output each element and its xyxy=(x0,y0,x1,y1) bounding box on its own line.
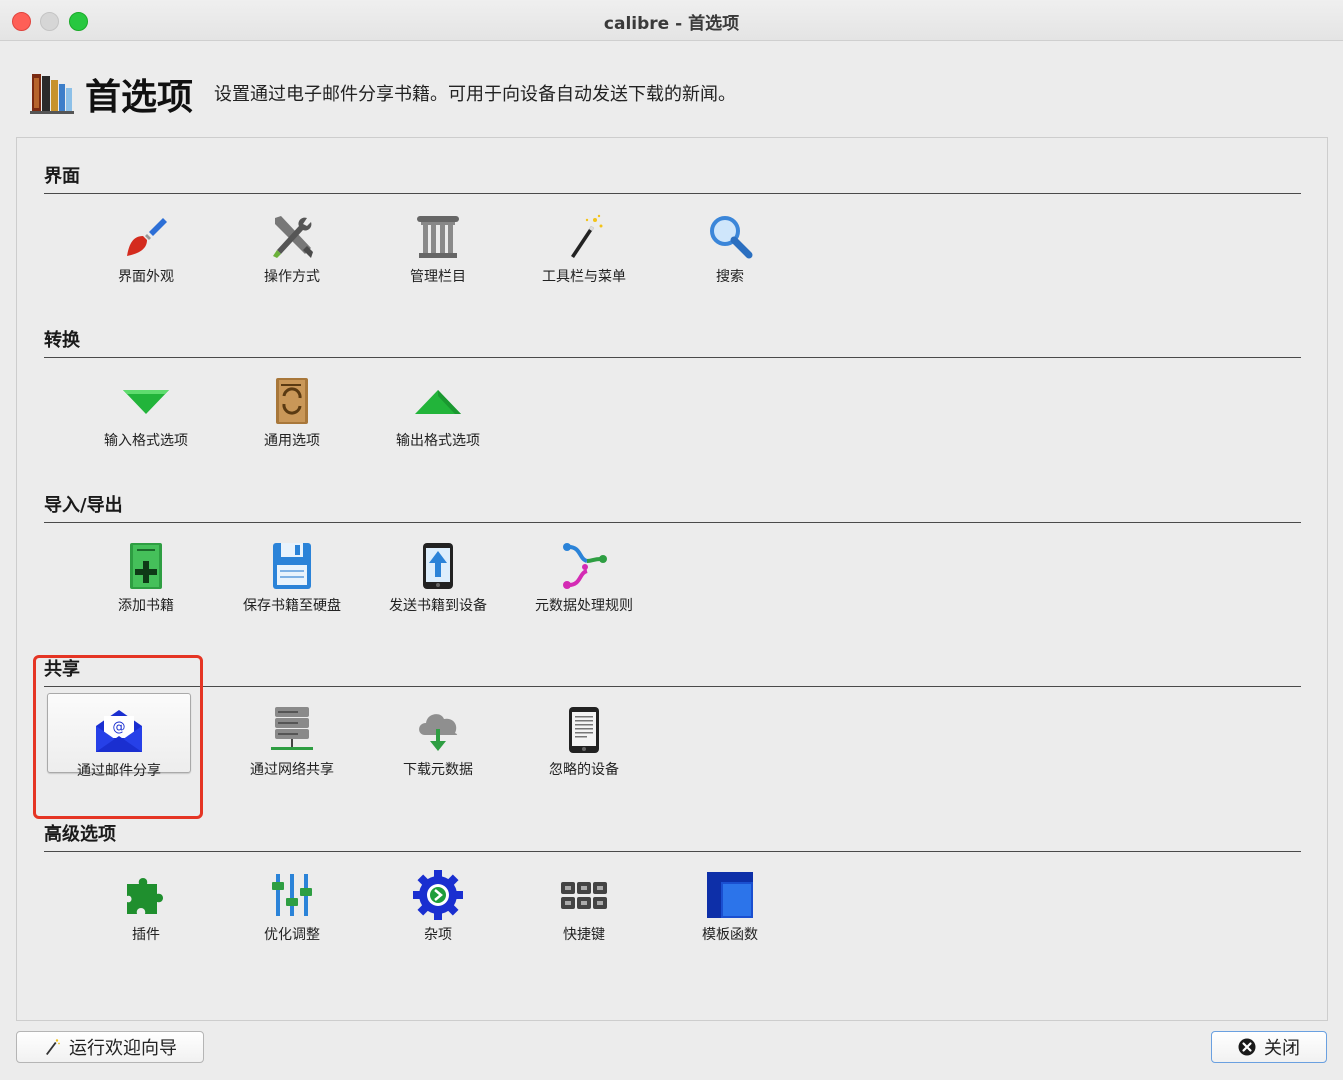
pref-columns[interactable]: 管理栏目 xyxy=(366,200,510,285)
tablet-icon xyxy=(569,707,599,753)
run-wizard-button[interactable]: 运行欢迎向导 xyxy=(16,1031,204,1063)
page-description: 设置通过电子邮件分享书籍。可用于向设备自动发送下载的新闻。 xyxy=(214,84,736,105)
pref-behavior[interactable]: 操作方式 xyxy=(220,200,364,285)
item-label: 保存书籍至硬盘 xyxy=(243,598,341,614)
item-label: 插件 xyxy=(132,927,160,943)
pref-tweaks[interactable]: 优化调整 xyxy=(220,858,364,943)
tools-icon xyxy=(273,216,313,258)
magic-wand-icon xyxy=(571,214,603,258)
item-label: 搜索 xyxy=(716,269,744,285)
pref-miscellaneous[interactable]: 杂项 xyxy=(366,858,510,943)
highlight-annotation xyxy=(33,655,203,819)
sliders-icon xyxy=(272,874,312,916)
add-book-icon xyxy=(130,543,162,589)
item-label: 界面外观 xyxy=(118,269,174,285)
item-label: 操作方式 xyxy=(264,269,320,285)
puzzle-icon xyxy=(127,878,163,914)
pref-toolbar-menus[interactable]: 工具栏与菜单 xyxy=(512,200,656,285)
pref-adding-books[interactable]: 添加书籍 xyxy=(74,529,218,614)
item-label: 忽略的设备 xyxy=(549,762,619,778)
item-label: 发送书籍到设备 xyxy=(389,598,487,614)
convert-book-icon xyxy=(276,378,308,424)
pref-sending-to-device[interactable]: 发送书籍到设备 xyxy=(366,529,510,614)
item-label: 添加书籍 xyxy=(118,598,174,614)
arrow-up-icon xyxy=(415,390,461,414)
item-label: 快捷键 xyxy=(563,927,605,943)
item-label: 模板函数 xyxy=(702,927,758,943)
item-label: 管理栏目 xyxy=(410,269,466,285)
pref-common-options[interactable]: 通用选项 xyxy=(220,364,364,449)
keyboard-icon xyxy=(561,882,607,909)
pref-input-options[interactable]: 输入格式选项 xyxy=(74,364,218,449)
section-interface: 界面 界面外观 操作方式 管理栏目 工具栏与菜单 搜索 xyxy=(44,163,1301,304)
close-button[interactable]: 关闭 xyxy=(1211,1031,1327,1063)
item-label: 通过网络共享 xyxy=(250,762,334,778)
pref-saving-books[interactable]: 保存书籍至硬盘 xyxy=(220,529,364,614)
save-disk-icon xyxy=(273,543,311,589)
item-label: 工具栏与菜单 xyxy=(542,269,626,285)
pref-searching[interactable]: 搜索 xyxy=(658,200,802,285)
item-label: 杂项 xyxy=(424,927,452,943)
rules-icon xyxy=(563,543,607,589)
pref-template-functions[interactable]: 模板函数 xyxy=(658,858,802,943)
send-device-icon xyxy=(423,543,453,589)
item-label: 元数据处理规则 xyxy=(535,598,633,614)
template-icon xyxy=(707,872,753,918)
section-title: 界面 xyxy=(44,163,1301,194)
window-title: calibre - 首选项 xyxy=(603,14,740,34)
pref-sharing-over-net[interactable]: 通过网络共享 xyxy=(220,693,364,778)
search-icon xyxy=(710,216,753,259)
magic-wand-icon xyxy=(46,1039,60,1055)
pref-plugins[interactable]: 插件 xyxy=(74,858,218,943)
close-icon xyxy=(1238,1038,1256,1056)
server-icon xyxy=(271,707,313,750)
pref-shortcuts[interactable]: 快捷键 xyxy=(512,858,656,943)
section-conversion: 转换 输入格式选项 通用选项 输出格式选项 xyxy=(44,327,1301,468)
arrow-down-icon xyxy=(123,390,169,414)
pref-ignored-devices[interactable]: 忽略的设备 xyxy=(512,693,656,778)
item-label: 优化调整 xyxy=(264,927,320,943)
section-advanced: 高级选项 插件 优化调整 杂项 快捷键 模板函数 xyxy=(44,821,1301,962)
close-label: 关闭 xyxy=(1264,1038,1300,1059)
calibre-logo-icon xyxy=(30,74,74,114)
pref-output-options[interactable]: 输出格式选项 xyxy=(366,364,510,449)
item-label: 输出格式选项 xyxy=(396,433,480,449)
pref-metadata-rules[interactable]: 元数据处理规则 xyxy=(512,529,656,614)
column-icon xyxy=(417,216,459,258)
preferences-panel: 界面 界面外观 操作方式 管理栏目 工具栏与菜单 搜索 转换 输入格式选项 通用… xyxy=(16,137,1328,1021)
section-import-export: 导入/导出 添加书籍 保存书籍至硬盘 发送书籍到设备 元数据处理规则 xyxy=(44,492,1301,633)
title-bar: calibre - 首选项 xyxy=(0,0,1343,41)
run-wizard-label: 运行欢迎向导 xyxy=(69,1038,177,1059)
pref-metadata-download[interactable]: 下载元数据 xyxy=(366,693,510,778)
pref-look-and-feel[interactable]: 界面外观 xyxy=(74,200,218,285)
section-title: 共享 xyxy=(44,656,1301,687)
item-label: 输入格式选项 xyxy=(104,433,188,449)
section-title: 导入/导出 xyxy=(44,492,1301,523)
section-sharing: 共享 @ 通过邮件分享 通过网络共享 下载元数据 忽略的设备 xyxy=(44,656,1301,797)
section-title: 转换 xyxy=(44,327,1301,358)
page-title: 首选项 xyxy=(85,77,194,118)
cloud-download-icon xyxy=(419,714,458,751)
item-label: 下载元数据 xyxy=(403,762,473,778)
paintbrush-icon xyxy=(127,218,167,256)
item-label: 通用选项 xyxy=(264,433,320,449)
gear-icon xyxy=(413,870,463,920)
section-title: 高级选项 xyxy=(44,821,1301,852)
